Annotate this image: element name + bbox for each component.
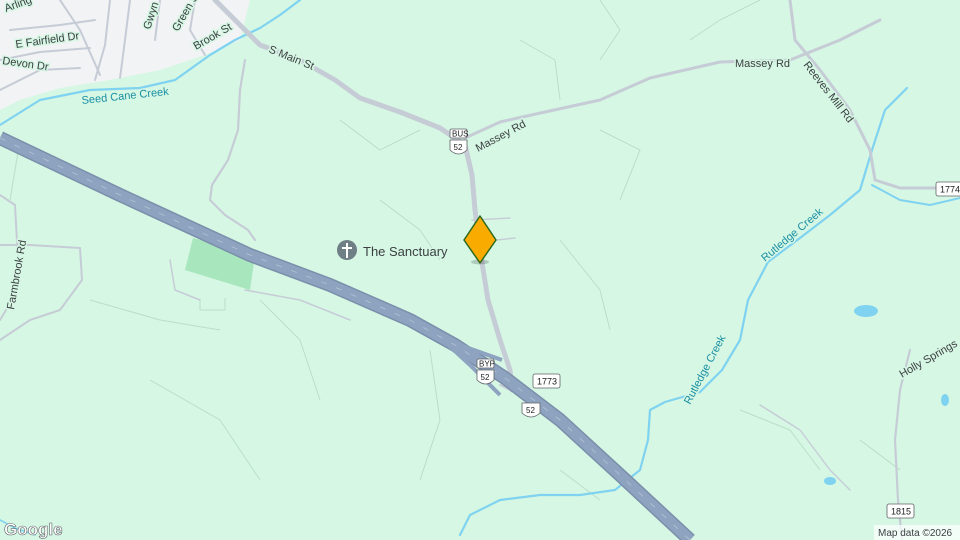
poi-label: The Sanctuary xyxy=(363,244,448,259)
svg-text:1774: 1774 xyxy=(940,185,960,195)
map-svg: Arling Gwyn Green S E Fairfield Dr Brook… xyxy=(0,0,960,540)
attribution[interactable]: Map data ©2026 xyxy=(874,525,960,540)
map-canvas[interactable]: Arling Gwyn Green S E Fairfield Dr Brook… xyxy=(0,0,960,540)
route-box-1815: 1815 xyxy=(886,503,915,519)
svg-text:BYP: BYP xyxy=(479,360,495,369)
street-label-massey-2: Massey Rd xyxy=(735,58,790,70)
svg-text:52: 52 xyxy=(526,406,535,415)
route-shield-byp-52: BYP 52 xyxy=(476,358,495,385)
pond xyxy=(854,305,878,317)
pond xyxy=(824,477,836,485)
svg-text:52: 52 xyxy=(481,373,490,382)
svg-text:BUS: BUS xyxy=(452,130,468,139)
svg-text:52: 52 xyxy=(454,143,463,152)
svg-text:1773: 1773 xyxy=(537,377,557,387)
pond xyxy=(941,394,949,406)
attribution-text: Map data ©2026 xyxy=(878,528,953,539)
svg-text:1815: 1815 xyxy=(891,507,911,517)
route-shield-bus-52: BUS 52 xyxy=(449,128,468,155)
route-box-1774: 1774 xyxy=(935,181,960,197)
google-logo: Google xyxy=(4,520,63,539)
route-box-1773: 1773 xyxy=(532,373,561,389)
route-shield-us-52: 52 xyxy=(521,402,541,418)
